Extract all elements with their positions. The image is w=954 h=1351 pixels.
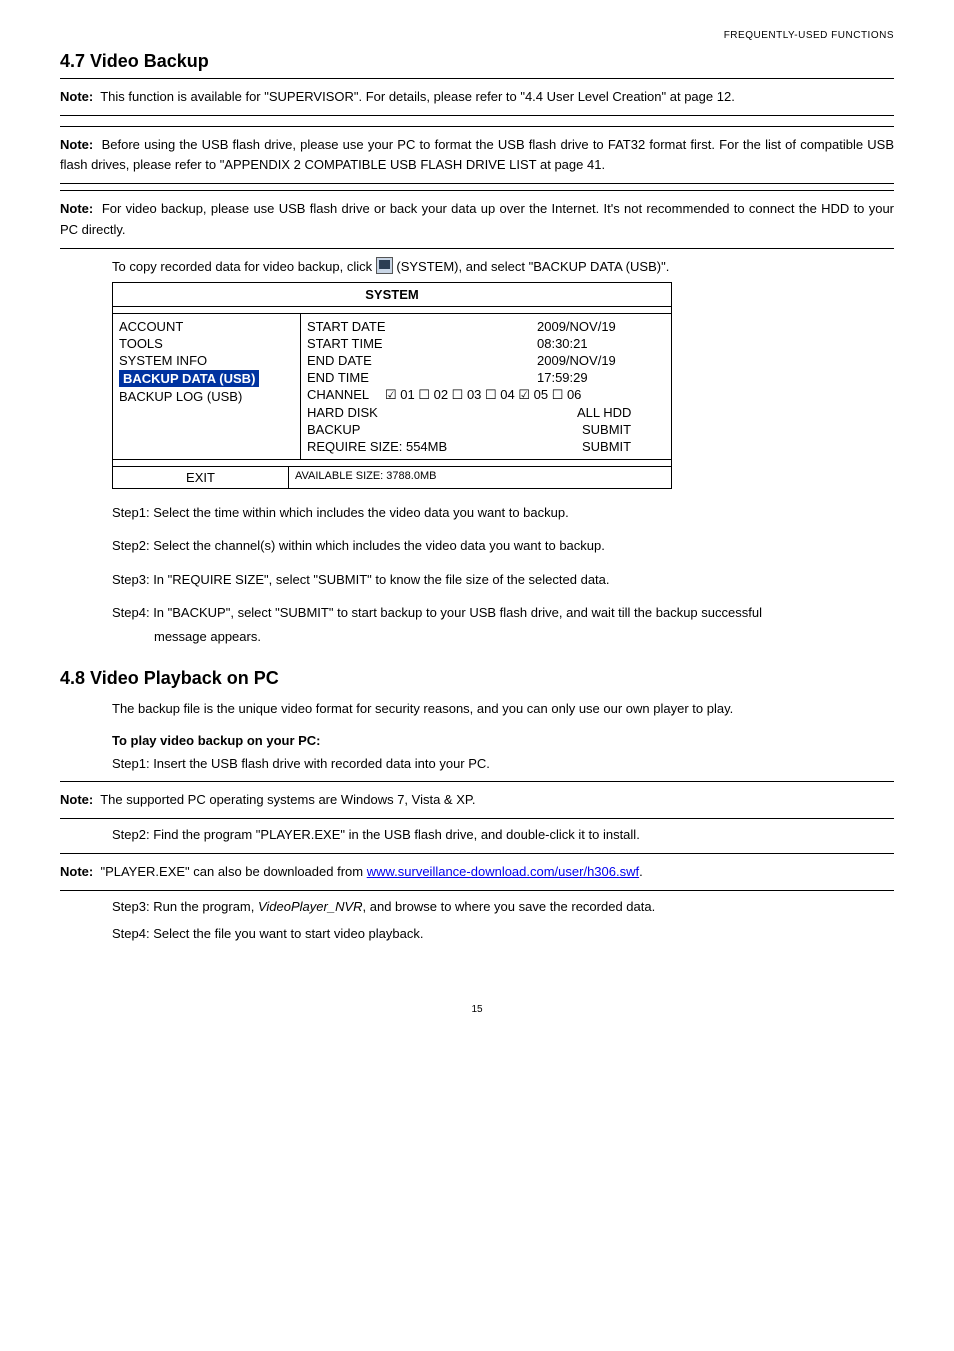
step-48-3-post: , and browse to where you save the recor… xyxy=(363,899,656,914)
value-start-date: 2009/NOV/19 xyxy=(467,319,665,334)
divider xyxy=(60,183,894,184)
note-1: Note: This function is available for "SU… xyxy=(60,87,894,107)
note-3: Note: For video backup, please use USB f… xyxy=(60,199,894,239)
divider xyxy=(60,818,894,819)
divider xyxy=(60,115,894,116)
system-dialog-table: SYSTEM ACCOUNT TOOLS SYSTEM INFO BACKUP … xyxy=(112,282,672,489)
value-start-time: 08:30:21 xyxy=(467,336,665,351)
running-header: FREQUENTLY-USED FUNCTIONS xyxy=(60,30,894,41)
download-link[interactable]: www.surveillance-download.com/user/h306.… xyxy=(367,864,639,879)
label-start-time: START TIME xyxy=(307,336,467,351)
system-dialog-left-pane: ACCOUNT TOOLS SYSTEM INFO BACKUP DATA (U… xyxy=(113,314,301,459)
label-end-time: END TIME xyxy=(307,370,467,385)
system-dialog-title: SYSTEM xyxy=(113,283,671,307)
step-48-2: Step2: Find the program "PLAYER.EXE" in … xyxy=(112,825,894,845)
note5-pre: "PLAYER.EXE" can also be downloaded from xyxy=(100,864,366,879)
value-end-date: 2009/NOV/19 xyxy=(467,353,665,368)
step-48-3: Step3: Run the program, VideoPlayer_NVR,… xyxy=(112,897,894,917)
value-require-size: SUBMIT xyxy=(467,439,665,454)
backup-instruction-lead: To copy recorded data for video backup, … xyxy=(112,257,894,274)
note-2: Note: Before using the USB flash drive, … xyxy=(60,135,894,175)
label-backup: BACKUP xyxy=(307,422,467,437)
lead-post: (SYSTEM), and select "BACKUP DATA (USB)"… xyxy=(396,259,669,274)
divider xyxy=(60,781,894,782)
lead-pre: To copy recorded data for video backup, … xyxy=(112,259,376,274)
section-47-title: 4.7 Video Backup xyxy=(60,51,894,72)
divider xyxy=(60,190,894,191)
note-text: The supported PC operating systems are W… xyxy=(100,792,475,807)
section-48-title: 4.8 Video Playback on PC xyxy=(60,668,894,689)
value-end-time: 17:59:29 xyxy=(467,370,665,385)
label-harddisk: HARD DISK xyxy=(307,405,467,420)
menu-item-account: ACCOUNT xyxy=(119,318,294,335)
menu-item-backup-data-usb: BACKUP DATA (USB) xyxy=(119,370,259,387)
label-require-size: REQUIRE SIZE: 554MB xyxy=(307,439,467,454)
system-icon xyxy=(376,257,393,274)
value-harddisk: ALL HDD xyxy=(467,405,665,420)
step-48-4: Step4: Select the file you want to start… xyxy=(112,924,894,944)
step-2: Step2: Select the channel(s) within whic… xyxy=(112,536,894,556)
note-5: Note: "PLAYER.EXE" can also be downloade… xyxy=(60,862,894,882)
divider xyxy=(60,248,894,249)
divider xyxy=(60,78,894,79)
note5-post: . xyxy=(639,864,643,879)
step-48-1: Step1: Insert the USB flash drive with r… xyxy=(112,754,894,774)
step-4a: Step4: In "BACKUP", select "SUBMIT" to s… xyxy=(112,603,894,623)
note-label: Note: xyxy=(60,89,93,104)
page-number: 15 xyxy=(60,1004,894,1015)
menu-item-backup-log-usb: BACKUP LOG (USB) xyxy=(119,388,294,405)
label-end-date: END DATE xyxy=(307,353,467,368)
system-dialog-right-pane: START DATE2009/NOV/19 START TIME08:30:21… xyxy=(301,314,671,459)
note-label: Note: xyxy=(60,864,93,879)
note-text: Before using the USB flash drive, please… xyxy=(60,137,894,172)
para-48-bold: To play video backup on your PC: xyxy=(112,733,894,748)
divider xyxy=(60,126,894,127)
value-backup: SUBMIT xyxy=(467,422,665,437)
note-label: Note: xyxy=(60,792,93,807)
label-channel: CHANNEL xyxy=(307,387,385,403)
exit-label: EXIT xyxy=(113,467,289,488)
menu-item-tools: TOOLS xyxy=(119,335,294,352)
divider xyxy=(60,890,894,891)
note-label: Note: xyxy=(60,137,93,152)
label-start-date: START DATE xyxy=(307,319,467,334)
note-text: This function is available for "SUPERVIS… xyxy=(100,89,735,104)
available-size: AVAILABLE SIZE: 3788.0MB xyxy=(289,467,671,488)
step-3: Step3: In "REQUIRE SIZE", select "SUBMIT… xyxy=(112,570,894,590)
step-48-3-pre: Step3: Run the program, xyxy=(112,899,258,914)
step-1: Step1: Select the time within which incl… xyxy=(112,503,894,523)
channel-checkboxes: ☑ 01 ☐ 02 ☐ 03 ☐ 04 ☑ 05 ☐ 06 xyxy=(385,387,581,403)
step-4b: message appears. xyxy=(154,627,894,647)
note-text: For video backup, please use USB flash d… xyxy=(60,201,894,236)
step-48-3-program: VideoPlayer_NVR xyxy=(258,899,363,914)
note-label: Note: xyxy=(60,201,93,216)
para-48-1: The backup file is the unique video form… xyxy=(112,699,894,719)
divider xyxy=(60,853,894,854)
menu-item-systeminfo: SYSTEM INFO xyxy=(119,352,294,369)
note-4: Note: The supported PC operating systems… xyxy=(60,790,894,810)
